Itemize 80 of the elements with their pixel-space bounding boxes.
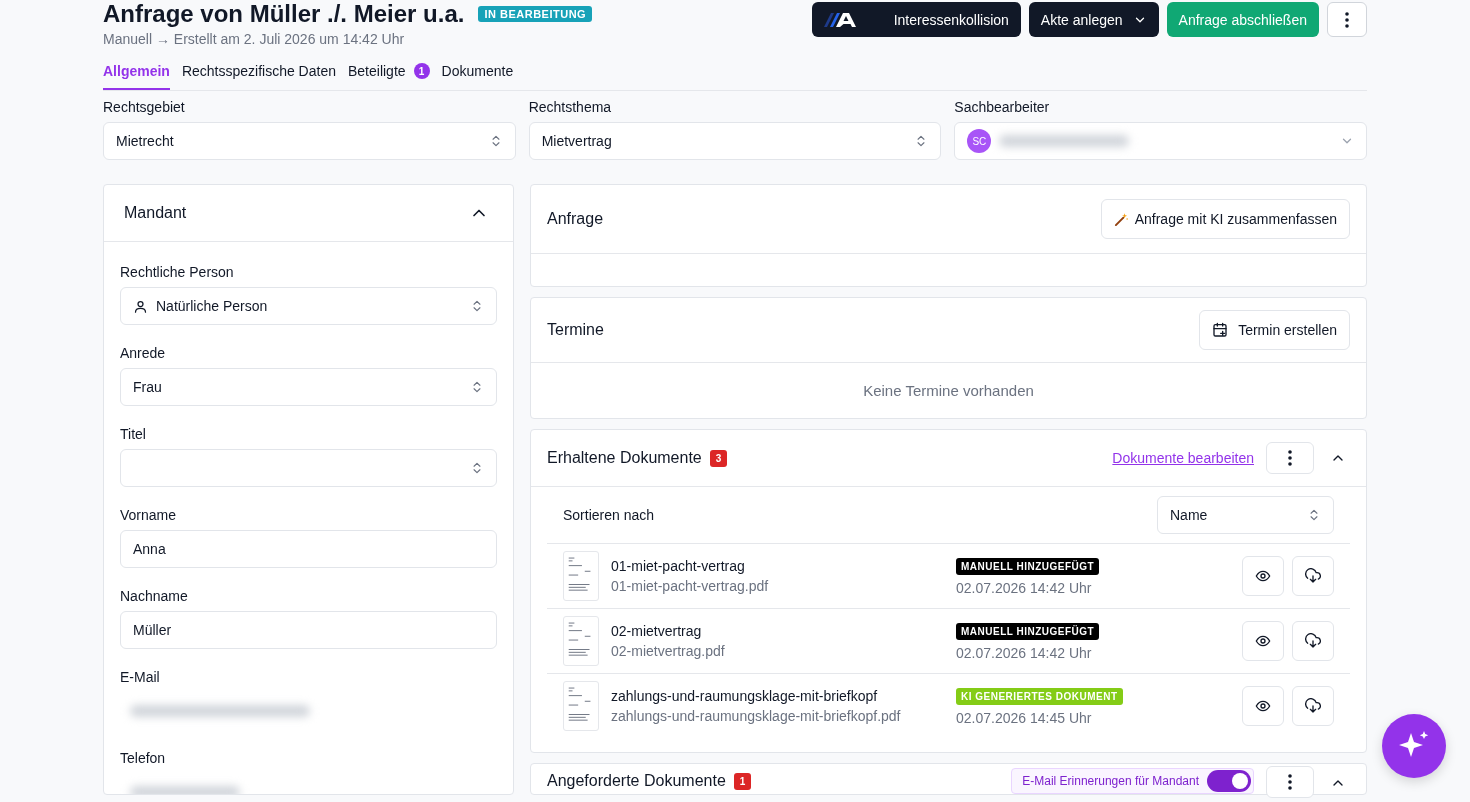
download-button[interactable] (1292, 556, 1334, 596)
document-thumbnail-drawing (563, 551, 599, 601)
file-name: 02-mietvertrag.pdf (611, 643, 726, 659)
field-label: Anrede (120, 345, 167, 361)
create-file-button[interactable]: Akte anlegen (1028, 2, 1159, 37)
field-label: Vorname (120, 507, 178, 523)
input-field[interactable]: Anna (120, 530, 497, 568)
card-title: Termine (547, 321, 604, 339)
conflict-check-button[interactable]: Interessenkollision (811, 2, 1021, 37)
source-tag: KI GENERIERTES DOKUMENT (956, 688, 1123, 705)
more-button[interactable] (1266, 442, 1314, 474)
ai-assistant-button[interactable] (1382, 714, 1446, 778)
document-thumbnail-drawing (563, 681, 599, 731)
page-title: Anfrage von Müller ./. Meier u.a. (103, 0, 465, 28)
select-field[interactable]: SC (954, 122, 1367, 160)
view-button[interactable] (1242, 686, 1284, 726)
file-name: zahlungs-und-raumungsklage-mit-briefkopf.pdf (611, 708, 902, 724)
select-field[interactable] (120, 449, 497, 487)
subtitle: Manuell → Erstellt am 2. Juli 2026 um 14:42 Uhr (103, 31, 406, 47)
magic-wand-icon (1113, 211, 1129, 227)
field-label: E-Mail (120, 669, 161, 685)
field-label: Rechtsthema (528, 99, 613, 115)
download-button[interactable] (1292, 621, 1334, 661)
count-badge: 3 (709, 449, 728, 467)
tab[interactable]: Dokumente (441, 55, 514, 90)
view-button[interactable] (1242, 621, 1284, 661)
panel-title: Mandant (124, 204, 187, 222)
eye-icon (1255, 568, 1271, 584)
calendar-plus-icon (1212, 322, 1229, 338)
sort-select[interactable]: Name (1157, 496, 1334, 534)
field-label: Rechtliche Person (120, 264, 235, 280)
more-icon (1288, 774, 1292, 790)
upload-date: 02.07.2026 14:42 Uhr (956, 645, 1092, 661)
avatar: SC (967, 129, 992, 153)
select-field[interactable]: Natürliche Person (120, 287, 497, 325)
select-field[interactable]: Mietrecht (103, 122, 516, 160)
document-name: zahlungs-und-raumungsklage-mit-briefkopf (611, 688, 879, 704)
tab[interactable]: Allgemein (103, 55, 170, 90)
field-label: Sachbearbeiter (954, 99, 1051, 115)
source-tag: MANUELL HINZUGEFÜGT (956, 623, 1100, 640)
edit-documents-link[interactable]: Dokumente bearbeiten (1112, 450, 1254, 466)
count-badge: 1 (733, 772, 752, 790)
eye-icon (1255, 698, 1271, 714)
download-button[interactable] (1292, 686, 1334, 726)
count-badge: 1 (413, 63, 430, 79)
sort-label: Sortieren nach (563, 507, 655, 523)
eye-icon (1255, 633, 1271, 649)
cloud-download-icon (1305, 633, 1321, 649)
input-field[interactable]: Müller (120, 611, 497, 649)
person-icon (133, 298, 148, 314)
field-label: Rechtsgebiet (103, 99, 186, 115)
tab[interactable]: Beteiligte 1 (348, 55, 430, 90)
card-title: Angeforderte Dokumente (547, 772, 726, 790)
field-label: Nachname (120, 588, 189, 604)
card-title: Erhaltene Dokumente (547, 449, 702, 467)
field-label: Titel (120, 426, 147, 442)
upload-date: 02.07.2026 14:42 Uhr (956, 580, 1092, 596)
cloud-download-icon (1305, 698, 1321, 714)
summarize-button[interactable]: Anfrage mit KI zusammenfassen (1100, 199, 1350, 239)
more-icon (1345, 11, 1349, 28)
document-thumbnail-drawing (563, 616, 599, 666)
cloud-download-icon (1305, 568, 1321, 584)
document-name: 01-miet-pacht-vertrag (611, 558, 746, 574)
tab[interactable]: Rechtsspezifische Daten (181, 55, 336, 90)
create-appointment-button[interactable]: Termin erstellen (1199, 310, 1350, 350)
more-button[interactable] (1327, 2, 1367, 37)
reminder-toggle[interactable]: E-Mail Erinnerungen für Mandant (1011, 768, 1254, 794)
select-field[interactable]: Mietvertrag (528, 122, 942, 160)
source-tag: MANUELL HINZUGEFÜGT (956, 558, 1100, 575)
more-button[interactable] (1266, 766, 1314, 798)
field-label: Telefon (120, 750, 167, 766)
view-button[interactable] (1242, 556, 1284, 596)
select-field[interactable]: Frau (120, 368, 497, 406)
document-name: 02-mietvertrag (611, 623, 703, 639)
file-name: 01-miet-pacht-vertrag.pdf (611, 578, 770, 594)
upload-date: 02.07.2026 14:45 Uhr (956, 710, 1092, 726)
empty-message: Keine Termine vorhanden (862, 381, 1035, 401)
more-icon (1288, 450, 1292, 466)
card-title: Anfrage (547, 210, 604, 228)
status-badge: IN BEARBEITUNG (478, 6, 593, 22)
